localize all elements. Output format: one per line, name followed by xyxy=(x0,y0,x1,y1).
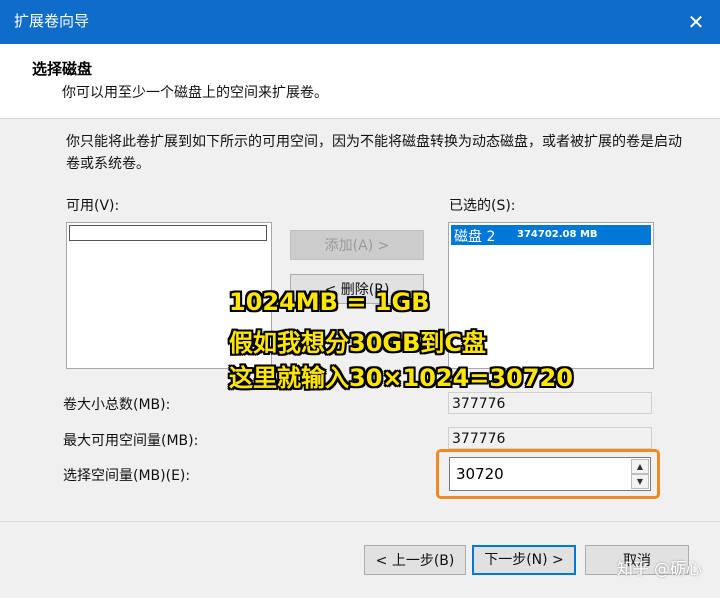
selected-disk-row[interactable]: 磁盘 2 374702.08 MB xyxy=(451,225,651,245)
header-title: 选择磁盘 xyxy=(32,60,93,78)
selected-disk-size: 374702.08 MB xyxy=(517,229,598,240)
total-size-label: 卷大小总数(MB): xyxy=(63,397,171,413)
back-button[interactable]: < 上一步(B) xyxy=(364,545,466,575)
spin-down-icon[interactable]: ▼ xyxy=(631,474,649,489)
available-focus-row[interactable] xyxy=(69,225,267,241)
available-label: 可用(V): xyxy=(66,198,120,214)
header-subtitle: 你可以用至少一个磁盘上的空间来扩展卷。 xyxy=(62,85,328,101)
selected-disk-name: 磁盘 2 xyxy=(454,229,496,245)
annotation-line-3: 这里就输入30×1024=30720 xyxy=(229,364,573,392)
wizard-header: 选择磁盘 你可以用至少一个磁盘上的空间来扩展卷。 xyxy=(0,44,720,119)
spin-up-icon[interactable]: ▲ xyxy=(631,459,649,474)
title-bar: 扩展卷向导 ✕ xyxy=(0,0,720,44)
window-title: 扩展卷向导 xyxy=(14,12,90,30)
description-text: 你只能将此卷扩展到如下所示的可用空间，因为不能将磁盘转换为动态磁盘，或者被扩展的… xyxy=(66,134,682,172)
annotation-line-1: 1024MB = 1GB xyxy=(229,288,430,316)
watermark-text: 知乎 @砺心 xyxy=(616,559,702,578)
annotation-line-2: 假如我想分30GB到C盘 xyxy=(229,329,487,357)
add-button[interactable]: 添加(A) > xyxy=(290,230,424,260)
select-space-stepper[interactable]: 30720 ▲ ▼ xyxy=(449,457,651,491)
next-button[interactable]: 下一步(N) > xyxy=(472,545,576,575)
max-space-label: 最大可用空间量(MB): xyxy=(63,433,199,449)
close-icon[interactable]: ✕ xyxy=(682,8,710,36)
max-space-value: 377776 xyxy=(448,427,652,449)
selected-label: 已选的(S): xyxy=(449,198,516,214)
total-size-value: 377776 xyxy=(448,392,652,414)
select-space-label: 选择空间量(MB)(E): xyxy=(63,468,191,484)
select-space-value: 30720 xyxy=(456,465,504,483)
